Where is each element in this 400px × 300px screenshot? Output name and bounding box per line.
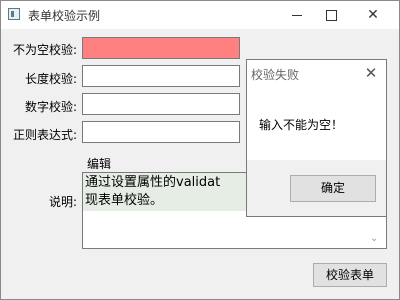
maximize-icon	[325, 9, 337, 21]
minimize-icon	[292, 14, 302, 16]
dialog-close-icon[interactable]: ✕	[359, 62, 383, 84]
regex-input[interactable]	[82, 121, 240, 143]
validation-failed-dialog: 校验失败 ✕ 输入不能为空！ 确定	[246, 59, 387, 217]
description-text: 通过设置属性的validat 现表单校验。	[85, 175, 221, 208]
title-bar: 表单校验示例 ✕	[1, 1, 399, 29]
description-label: 说明:	[48, 195, 77, 209]
dialog-body: 输入不能为空！	[247, 86, 386, 160]
edit-label: 编辑	[87, 157, 112, 171]
close-icon: ✕	[367, 7, 379, 23]
regex-label: 正则表达式:	[12, 128, 77, 142]
main-window: 表单校验示例 ✕ 不为空校验: 长度校验: 数字校验: 正则表达式: 编辑 说明…	[0, 0, 400, 300]
scroll-down-icon[interactable]: ⌄	[370, 233, 378, 244]
dialog-message: 输入不能为空！	[259, 118, 344, 132]
required-label: 不为空校验:	[12, 43, 77, 57]
number-label: 数字校验:	[24, 100, 77, 114]
dialog-title-bar: 校验失败 ✕	[247, 60, 386, 86]
minimize-button[interactable]	[279, 1, 315, 29]
app-icon	[8, 8, 20, 20]
ok-button[interactable]: 确定	[290, 175, 376, 202]
length-input[interactable]	[82, 65, 240, 87]
validate-form-button[interactable]: 校验表单	[313, 263, 387, 287]
close-button[interactable]: ✕	[355, 1, 391, 29]
length-label: 长度校验:	[24, 72, 77, 86]
window-title: 表单校验示例	[28, 9, 101, 23]
required-input[interactable]	[82, 37, 240, 59]
number-input[interactable]	[82, 93, 240, 115]
dialog-title: 校验失败	[251, 68, 300, 82]
maximize-button[interactable]	[313, 1, 349, 29]
